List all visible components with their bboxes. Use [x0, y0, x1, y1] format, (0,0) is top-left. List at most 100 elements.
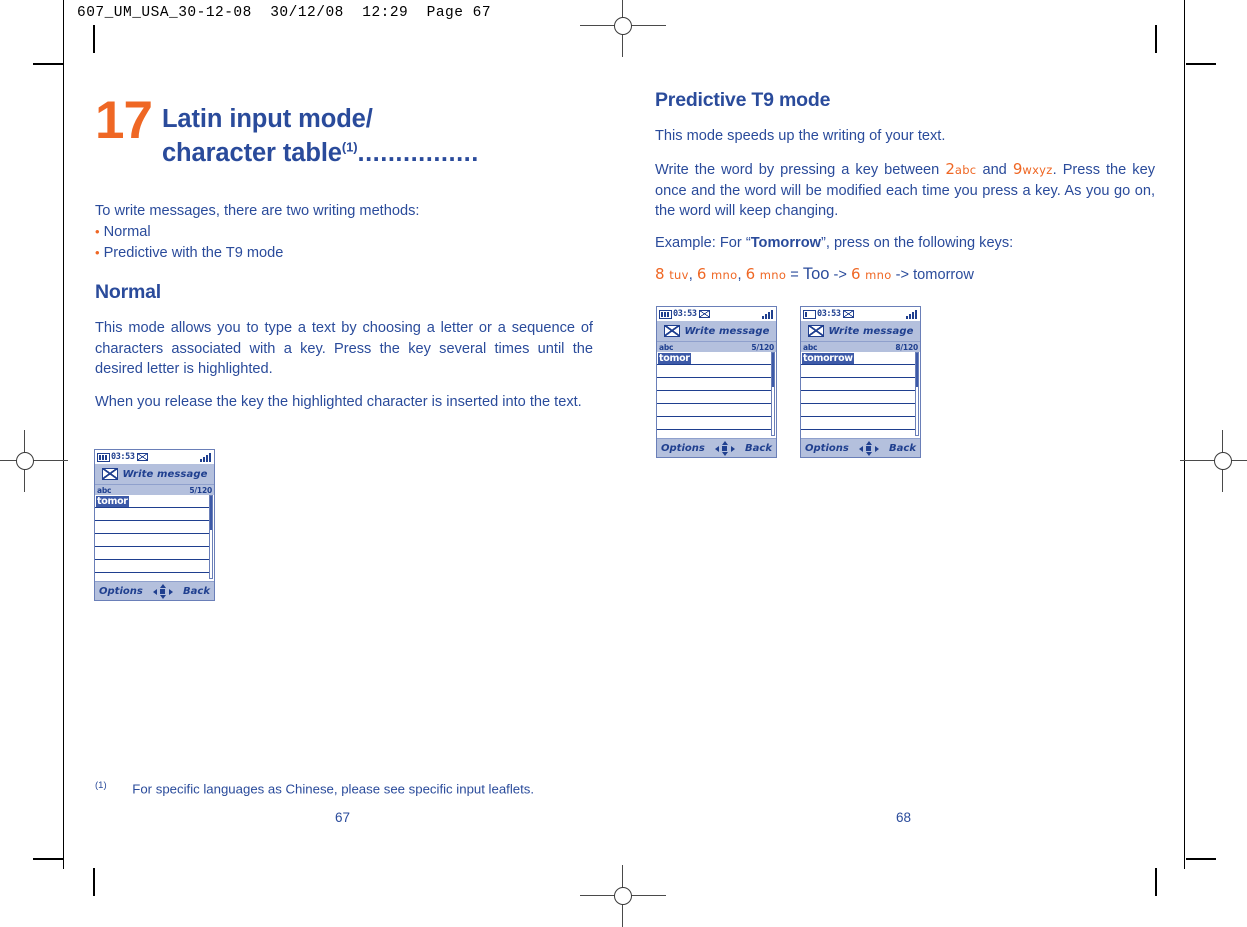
phone-status-bar: 03:53: [95, 450, 214, 464]
phone-title-text: Write message: [684, 325, 770, 337]
example-label: Example: For “: [655, 235, 751, 251]
editor-scrollbar[interactable]: [771, 352, 775, 436]
phone-text-editor[interactable]: tomorrow: [801, 352, 920, 438]
phone-text-editor[interactable]: tomor: [95, 495, 214, 581]
write-message-envelope-icon: [807, 325, 824, 337]
message-envelope-icon: [136, 453, 148, 461]
signal-strength-icon: [200, 453, 211, 462]
message-envelope-icon: [698, 310, 710, 318]
character-counter: 8/120: [895, 342, 918, 352]
signal-strength-icon: [762, 310, 773, 319]
editor-line: [657, 404, 771, 417]
editor-line: [95, 521, 209, 534]
key-letters: wxyz: [1022, 163, 1053, 177]
normal-paragraph-2: When you release the key the highlighted…: [95, 394, 582, 410]
navigation-pad-icon[interactable]: [858, 440, 880, 456]
key-glyph-2abc: 2abc: [945, 160, 977, 178]
key-digit: 9: [1012, 160, 1023, 178]
crop-mark-bottom-right-vertical: [1155, 868, 1157, 896]
softkey-options[interactable]: Options: [661, 443, 705, 454]
character-counter: 5/120: [751, 342, 774, 352]
phone-title-text: Write message: [122, 468, 208, 480]
key-result-final: tomorrow: [913, 267, 974, 283]
key-arrow-1: ->: [833, 267, 847, 283]
key-letters: mno: [711, 268, 738, 282]
normal-paragraph-1: This mode allows you to type a text by c…: [95, 320, 593, 378]
bullet-dot-icon: •: [95, 245, 100, 260]
crop-mark-top-left-horizontal: [33, 63, 63, 65]
key-digit: 6: [745, 265, 756, 283]
input-mode-indicator: abc: [659, 342, 674, 352]
key-separator: ,: [737, 267, 742, 283]
page-edge-left: [63, 47, 64, 869]
page-number-right: 68: [896, 810, 912, 825]
editor-scrollbar[interactable]: [209, 495, 213, 579]
phone-input-mode-row: abc 8/120: [801, 341, 920, 352]
phone-clock: 03:53: [673, 309, 697, 319]
key-arrow-2: ->: [895, 267, 910, 283]
chapter-title: Latin input mode/ character table(1)....…: [162, 96, 479, 170]
key-digit: 2: [945, 160, 955, 178]
battery-icon: [97, 452, 110, 462]
navigation-pad-icon[interactable]: [152, 583, 174, 599]
navigation-pad-icon[interactable]: [714, 440, 736, 456]
phone-status-bar: 03:53: [657, 307, 776, 321]
bullet-label-normal: Normal: [103, 224, 151, 240]
key-result-partial: Too: [802, 265, 830, 283]
softkey-options[interactable]: Options: [805, 443, 849, 454]
character-counter: 5/120: [189, 485, 212, 495]
editor-line: tomor: [95, 495, 209, 508]
phone-text-editor[interactable]: tomor: [657, 352, 776, 438]
editor-highlighted-word: tomor: [658, 353, 691, 364]
softkey-options[interactable]: Options: [99, 586, 143, 597]
softkey-back[interactable]: Back: [745, 443, 772, 454]
crop-mark-bottom-right-horizontal: [1186, 858, 1216, 860]
editor-highlighted-word: tomor: [96, 496, 129, 507]
crop-mark-bottom-left-horizontal: [33, 858, 63, 860]
chapter-footnote-mark: (1): [341, 139, 358, 155]
bullet-dot-icon: •: [95, 224, 100, 239]
bullet-item-predictive: • Predictive with the T9 mode: [95, 243, 283, 264]
intro-paragraph: To write messages, there are two writing…: [95, 203, 420, 219]
key-glyph-6mno-3: 6 mno: [851, 265, 892, 283]
softkey-back[interactable]: Back: [183, 586, 210, 597]
editor-line: [95, 547, 209, 560]
example-label-end: ”, press on the following keys:: [820, 235, 1014, 251]
phone-input-mode-row: abc 5/120: [657, 341, 776, 352]
phone-softkey-bar: Options Back: [657, 438, 776, 457]
phone-screenshot-t9-complete: 03:53 Write message abc 8/120 tomorrow O…: [800, 306, 921, 458]
phone-title-bar: Write message: [801, 321, 920, 341]
battery-icon: [803, 309, 816, 319]
key-letters: tuv: [669, 268, 689, 282]
editor-line: [801, 417, 915, 430]
phone-input-mode-row: abc 5/120: [95, 484, 214, 495]
key-digit: 6: [696, 265, 707, 283]
chapter-title-line2: character table: [161, 139, 342, 168]
editor-line: [801, 404, 915, 417]
softkey-back[interactable]: Back: [889, 443, 916, 454]
page-number-left: 67: [335, 810, 351, 825]
input-mode-indicator: abc: [803, 342, 818, 352]
key-equals: =: [790, 267, 799, 283]
page-edge-right: [1184, 47, 1185, 869]
editor-line: [95, 508, 209, 521]
write-message-envelope-icon: [101, 468, 118, 480]
phone-title-text: Write message: [828, 325, 914, 337]
example-word: Tomorrow: [750, 235, 821, 251]
chapter-title-line1: Latin input mode/: [161, 105, 373, 133]
key-glyph-9wxyz: 9wxyz: [1012, 160, 1053, 178]
message-envelope-icon: [842, 310, 854, 318]
editor-scrollbar[interactable]: [915, 352, 919, 436]
key-letters: abc: [954, 163, 977, 177]
phone-screenshot-normal: 03:53 Write message abc 5/120 tomor Opti…: [94, 449, 215, 601]
phone-title-bar: Write message: [95, 464, 214, 484]
phone-clock: 03:53: [817, 309, 841, 319]
phone-softkey-bar: Options Back: [801, 438, 920, 457]
editor-line: [657, 365, 771, 378]
phone-screenshot-t9-partial: 03:53 Write message abc 5/120 tomor Opti…: [656, 306, 777, 458]
registration-mark-bottom: [580, 865, 666, 927]
editor-line: [801, 378, 915, 391]
footnote-mark: (1): [95, 780, 107, 791]
section-heading-normal: Normal: [95, 281, 161, 303]
key-glyph-6mno-1: 6 mno: [696, 265, 738, 283]
